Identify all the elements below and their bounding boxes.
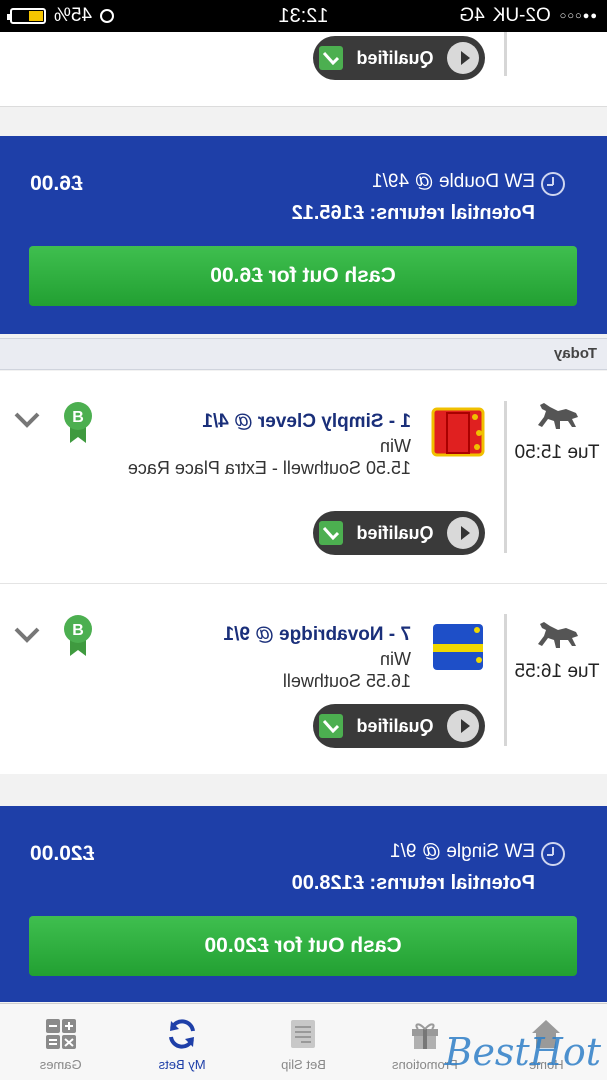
divider	[0, 106, 607, 107]
chevron-down-icon[interactable]	[13, 411, 41, 429]
clock-icon	[541, 842, 565, 866]
back-arrow-icon	[447, 517, 479, 549]
cash-out-button[interactable]: Cash Out for £6.00	[29, 246, 577, 306]
jockey-silks-icon	[431, 407, 485, 457]
bet-type-label: EW Double @ 49/1	[372, 171, 535, 192]
watermark-logo: BestHot	[444, 1030, 601, 1074]
clock-label: 12:31	[278, 4, 329, 27]
bet-card-double: EW Double @ 49/1 Potential returns: £165…	[0, 136, 607, 334]
stake-amount: £20.00	[30, 842, 95, 865]
race-name: 15.50 Southwell - Extra Place Race	[127, 458, 411, 478]
qualified-label: Qualified	[356, 522, 434, 543]
race-name: 16.55 Southwell	[282, 671, 411, 691]
tab-games[interactable]: Games	[0, 1004, 121, 1080]
gift-icon	[411, 1023, 438, 1049]
stake-amount: £6.00	[30, 172, 83, 195]
leg-row[interactable]: Tue 16:55 7 - Novabridge @ 9/1 Win 16.55…	[0, 584, 607, 774]
selection-title: 7 - Novabridge @ 9/1	[223, 624, 411, 645]
battery-percent: 45%	[54, 5, 93, 26]
carrier-label: O2-UK	[492, 5, 551, 26]
horse-racing-icon	[538, 622, 578, 648]
tab-label: Bet Slip	[281, 1057, 326, 1072]
race-time: Tue 15:50	[514, 442, 600, 463]
previous-leg: Qualified	[0, 32, 607, 106]
back-arrow-icon	[447, 710, 479, 742]
check-icon	[319, 521, 343, 545]
race-time: Tue 16:55	[514, 661, 600, 682]
qualified-button[interactable]: Qualified	[313, 511, 485, 555]
potential-returns: Potential returns: £165.12	[291, 202, 535, 224]
potential-returns: Potential returns: £128.00	[291, 872, 535, 894]
back-arrow-icon	[447, 42, 479, 74]
app-screen: ●●○○○ O2-UK 4G 12:31 45% Qualified EW Do…	[0, 0, 607, 1080]
cash-out-button[interactable]: Cash Out for £20.00	[29, 916, 577, 976]
jockey-silks-icon	[433, 624, 483, 670]
market-label: Win	[380, 649, 411, 669]
calculator-icon	[45, 1019, 76, 1049]
chevron-down-icon[interactable]	[13, 626, 41, 644]
clock-icon	[541, 172, 565, 196]
qualified-button[interactable]: Qualified	[313, 704, 485, 748]
qualified-label: Qualified	[356, 47, 434, 68]
tab-label: Games	[39, 1057, 82, 1072]
section-header-today: Today	[0, 338, 607, 370]
section-title: Today	[553, 345, 597, 362]
svg-text:B: B	[72, 409, 84, 426]
rotation-lock-icon	[100, 9, 115, 23]
market-label: Win	[380, 436, 411, 456]
tab-label: My Bets	[158, 1057, 206, 1072]
tab-bet-slip[interactable]: Bet Slip	[243, 1004, 364, 1080]
status-bar: ●●○○○ O2-UK 4G 12:31 45%	[0, 0, 607, 32]
best-odds-badge-icon: B	[64, 615, 92, 656]
bet-card-single: EW Single @ 9/1 Potential returns: £128.…	[0, 806, 607, 1002]
leg-row[interactable]: Tue 15:50 1 - Simply Clever @ 4/1 Win 15…	[0, 371, 607, 583]
betslip-icon	[291, 1020, 316, 1048]
qualified-label: Qualified	[356, 715, 434, 736]
qualified-button[interactable]: Qualified	[313, 36, 485, 80]
refresh-icon	[169, 1019, 196, 1049]
bet-type-label: EW Single @ 9/1	[390, 841, 535, 862]
best-odds-badge-icon: B	[64, 402, 92, 443]
tab-my-bets[interactable]: My Bets	[121, 1004, 242, 1080]
check-icon	[319, 714, 343, 738]
check-icon	[319, 46, 343, 70]
battery-icon	[10, 8, 46, 24]
selection-title: 1 - Simply Clever @ 4/1	[202, 411, 411, 432]
network-label: 4G	[459, 5, 485, 26]
svg-text:B: B	[72, 622, 84, 639]
horse-racing-icon	[538, 403, 578, 429]
signal-icon: ●●○○○	[558, 10, 597, 22]
